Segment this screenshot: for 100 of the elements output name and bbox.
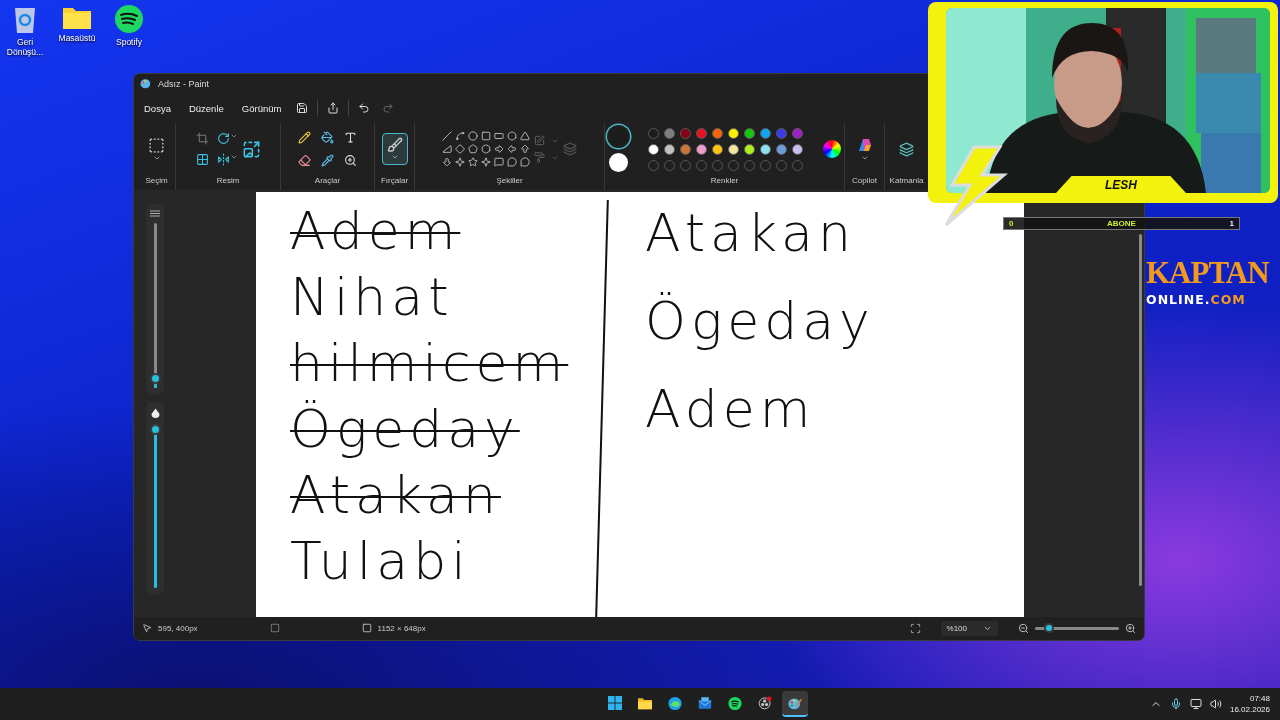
diamond-icon[interactable] bbox=[455, 144, 465, 155]
save-icon bbox=[296, 102, 309, 115]
color-swatch[interactable] bbox=[775, 143, 787, 155]
canvas-size-icon bbox=[361, 623, 372, 634]
color-swatch[interactable] bbox=[743, 127, 755, 139]
color-swatch[interactable] bbox=[727, 127, 739, 139]
share-icon bbox=[327, 102, 340, 115]
slider-thumb[interactable] bbox=[149, 423, 161, 435]
handwritten-word: Adem bbox=[645, 379, 816, 438]
triangle-icon[interactable] bbox=[520, 131, 530, 142]
volume-icon[interactable] bbox=[1209, 698, 1222, 710]
redo-icon bbox=[382, 102, 395, 115]
pointer-icon bbox=[142, 623, 152, 634]
color-swatch[interactable] bbox=[695, 143, 707, 155]
round-speech-bubble-icon[interactable] bbox=[507, 157, 517, 168]
fit-to-window-icon[interactable] bbox=[909, 622, 921, 634]
paint-bucket-icon[interactable] bbox=[321, 131, 334, 145]
color-swatch[interactable] bbox=[679, 143, 691, 155]
network-icon[interactable] bbox=[1189, 698, 1202, 710]
taskbar-app[interactable] bbox=[781, 691, 808, 717]
eraser-icon[interactable] bbox=[298, 154, 311, 168]
selection-size-icon bbox=[269, 623, 280, 634]
color-swatch[interactable] bbox=[791, 127, 803, 139]
primary-color[interactable] bbox=[608, 126, 628, 146]
goal-label: ABONE bbox=[1107, 219, 1136, 228]
square-icon[interactable] bbox=[481, 131, 491, 142]
desktop-icon-label[interactable]: Spotify bbox=[116, 37, 142, 48]
rounded-rectangle-icon[interactable] bbox=[494, 131, 504, 142]
right-triangle-icon[interactable] bbox=[442, 144, 452, 155]
slider-thumb[interactable] bbox=[149, 373, 161, 385]
up-arrow-icon[interactable] bbox=[520, 144, 530, 155]
color-swatch[interactable] bbox=[775, 127, 787, 139]
opacity-icon bbox=[150, 407, 160, 418]
brush-icon bbox=[386, 137, 403, 154]
image-resize-icon[interactable] bbox=[241, 139, 261, 159]
secondary-color[interactable] bbox=[608, 152, 628, 172]
group-label: Copilot bbox=[852, 175, 877, 187]
hexagon-icon[interactable] bbox=[481, 144, 491, 155]
mail-icon bbox=[697, 695, 712, 711]
color-swatch[interactable] bbox=[711, 127, 723, 139]
curve-icon[interactable] bbox=[455, 131, 465, 142]
thought-bubble-icon[interactable] bbox=[520, 157, 530, 168]
pentagon-icon[interactable] bbox=[468, 144, 478, 155]
microphone-icon[interactable] bbox=[1169, 698, 1182, 710]
color-swatch[interactable] bbox=[711, 143, 723, 155]
color-swatch[interactable] bbox=[663, 127, 675, 139]
speech-bubble-icon[interactable] bbox=[494, 157, 504, 168]
zoom-out-icon[interactable] bbox=[1018, 622, 1029, 634]
clock-date[interactable]: 16.02.2026 bbox=[1229, 704, 1270, 715]
grid-icon[interactable] bbox=[195, 153, 209, 167]
color-swatch[interactable] bbox=[647, 143, 659, 155]
color-swatch[interactable] bbox=[679, 127, 691, 139]
handwritten-word: Ögeday bbox=[645, 291, 875, 350]
desktop-icon-label[interactable]: Masaüstü bbox=[58, 33, 96, 44]
down-arrow-icon[interactable] bbox=[442, 157, 452, 168]
logo-domain: COM bbox=[1210, 292, 1246, 307]
window-title: Adsız - Paint bbox=[158, 78, 210, 89]
color-swatch[interactable] bbox=[647, 127, 659, 139]
line-icon[interactable] bbox=[442, 131, 452, 142]
logo-subtitle: ONLINE. bbox=[1146, 292, 1211, 307]
group-label: Şekiller bbox=[496, 175, 523, 187]
right-arrow-icon[interactable] bbox=[494, 144, 504, 155]
spotify-icon[interactable] bbox=[114, 4, 144, 34]
menu-item[interactable]: Düzenle bbox=[182, 98, 230, 118]
color-swatch[interactable] bbox=[791, 143, 803, 155]
color-swatch[interactable] bbox=[743, 143, 755, 155]
undo-icon bbox=[358, 102, 371, 115]
edge-icon bbox=[667, 694, 682, 712]
clock-time[interactable]: 07:48 bbox=[1249, 693, 1270, 704]
zoom-slider[interactable] bbox=[1035, 626, 1119, 630]
handwritten-word: Nihat bbox=[290, 267, 454, 326]
text-icon[interactable] bbox=[344, 131, 357, 145]
menu-item[interactable]: Dosya bbox=[138, 98, 177, 118]
zoom-dropdown[interactable]: %100 bbox=[940, 620, 998, 636]
polygon-icon[interactable] bbox=[507, 131, 517, 142]
color-swatch[interactable] bbox=[663, 143, 675, 155]
color-swatch[interactable] bbox=[695, 127, 707, 139]
color-swatch[interactable] bbox=[727, 143, 739, 155]
crop-icon[interactable] bbox=[195, 132, 209, 146]
zoom-icon[interactable] bbox=[344, 154, 357, 168]
brush-button[interactable] bbox=[381, 133, 408, 166]
four-point-star-icon[interactable] bbox=[455, 157, 465, 168]
zoom-in-icon[interactable] bbox=[1125, 622, 1136, 634]
menu-item[interactable]: Görünüm bbox=[235, 98, 288, 118]
scrollbar[interactable] bbox=[1139, 233, 1142, 586]
color-swatch[interactable] bbox=[759, 127, 771, 139]
desktop-icon-label[interactable]: Geri Dönüşü... bbox=[2, 37, 48, 58]
color-picker-icon[interactable] bbox=[321, 154, 334, 168]
flip-icon[interactable] bbox=[216, 153, 230, 167]
slider-thumb[interactable] bbox=[1043, 622, 1054, 633]
layers-icon[interactable] bbox=[899, 141, 914, 157]
pencil-icon[interactable] bbox=[298, 131, 311, 145]
paint-icon bbox=[140, 78, 152, 90]
rotate-icon[interactable] bbox=[216, 132, 230, 146]
star-icon[interactable] bbox=[468, 157, 478, 168]
left-arrow-icon[interactable] bbox=[507, 144, 517, 155]
color-swatch[interactable] bbox=[759, 143, 771, 155]
cursor-position: 595, 400px bbox=[158, 623, 198, 633]
circle-icon[interactable] bbox=[468, 131, 478, 142]
color-wheel[interactable] bbox=[822, 140, 841, 159]
